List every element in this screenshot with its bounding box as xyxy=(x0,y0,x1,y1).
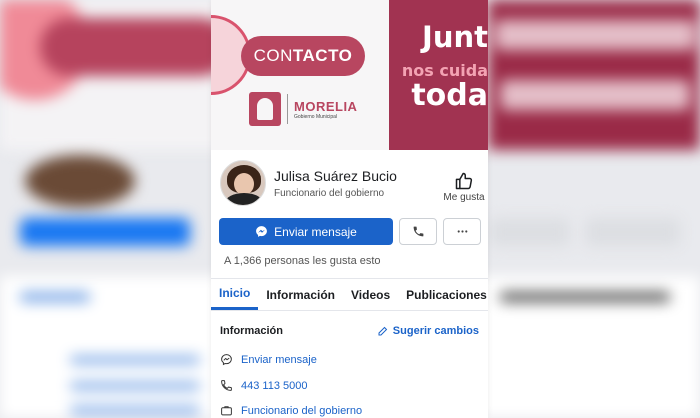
cover-slogan-panel: Junt nos cuida toda xyxy=(389,0,488,150)
tab-videos[interactable]: Videos xyxy=(343,279,398,310)
info-row-category[interactable]: Funcionario del gobierno xyxy=(220,404,362,417)
suggest-edits-link[interactable]: Sugerir cambios xyxy=(377,325,479,337)
likes-count: A 1,366 personas les gusta esto xyxy=(224,255,381,267)
tab-publicaciones[interactable]: Publicaciones xyxy=(398,279,488,310)
logo-text: MORELIA Gobierno Municipal xyxy=(294,99,357,120)
bg-link xyxy=(70,356,200,364)
phone-icon xyxy=(413,226,423,237)
send-message-button[interactable]: Enviar mensaje xyxy=(219,218,393,245)
bg-button xyxy=(490,218,570,246)
messenger-icon xyxy=(221,354,232,366)
info-category-text: Funcionario del gobierno xyxy=(241,404,363,417)
send-message-label: Enviar mensaje xyxy=(274,224,357,239)
more-dots-icon xyxy=(457,230,467,233)
page-tabs: Inicio Información Videos Publicaciones xyxy=(211,278,488,311)
suggest-edits-label: Sugerir cambios xyxy=(392,325,479,337)
more-options-button[interactable] xyxy=(443,218,481,245)
morelia-logo: MORELIA Gobierno Municipal xyxy=(249,92,357,126)
tab-informacion[interactable]: Información xyxy=(258,279,343,310)
bg-button xyxy=(585,218,680,246)
thumbs-up-icon xyxy=(455,172,473,190)
info-row-message[interactable]: Enviar mensaje xyxy=(220,353,317,366)
page-title: Julisa Suárez Bucio xyxy=(274,168,397,184)
avatar-body xyxy=(225,193,263,205)
emblem-icon xyxy=(249,92,281,126)
like-label: Me gusta xyxy=(443,192,485,203)
info-message-text: Enviar mensaje xyxy=(241,353,317,366)
phone-icon xyxy=(221,380,232,391)
bg-text xyxy=(500,80,690,110)
tab-inicio[interactable]: Inicio xyxy=(211,279,259,310)
info-heading: Información xyxy=(220,325,283,337)
profile-header: Julisa Suárez Bucio Funcionario del gobi… xyxy=(211,150,488,210)
bg-avatar xyxy=(25,155,135,207)
slogan-line-1: Junt xyxy=(422,20,488,54)
bg-link xyxy=(70,406,200,414)
bg-link xyxy=(70,382,200,390)
badge-light-text: CON xyxy=(253,46,293,65)
logo-divider xyxy=(287,94,288,124)
slogan-line-3: toda xyxy=(411,78,488,113)
page-category: Funcionario del gobierno xyxy=(274,188,385,199)
avatar[interactable] xyxy=(220,160,266,206)
messenger-icon xyxy=(256,226,268,237)
action-bar: Enviar mensaje xyxy=(219,218,481,245)
call-button[interactable] xyxy=(399,218,437,245)
bg-tab xyxy=(20,292,90,302)
like-button[interactable]: Me gusta xyxy=(440,171,488,203)
logo-subtitle: Gobierno Municipal xyxy=(294,113,338,120)
cover-photo[interactable]: CON TACTO MORELIA Gobierno Municipal Junt… xyxy=(211,0,488,150)
bg-text xyxy=(495,20,695,50)
contacto-badge: CON TACTO xyxy=(241,36,365,76)
badge-bold-text: TACTO xyxy=(292,46,353,65)
avatar-face xyxy=(234,173,254,195)
briefcase-icon xyxy=(221,406,232,416)
info-phone-text: 443 113 5000 xyxy=(241,379,308,392)
pencil-icon xyxy=(378,326,388,336)
bg-button xyxy=(20,218,190,246)
info-row-phone[interactable]: 443 113 5000 xyxy=(220,379,307,392)
logo-name: MORELIA xyxy=(294,98,358,114)
bg-tab xyxy=(500,292,670,302)
bg-band xyxy=(40,18,230,76)
facebook-page-panel: CON TACTO MORELIA Gobierno Municipal Junt… xyxy=(211,0,488,418)
